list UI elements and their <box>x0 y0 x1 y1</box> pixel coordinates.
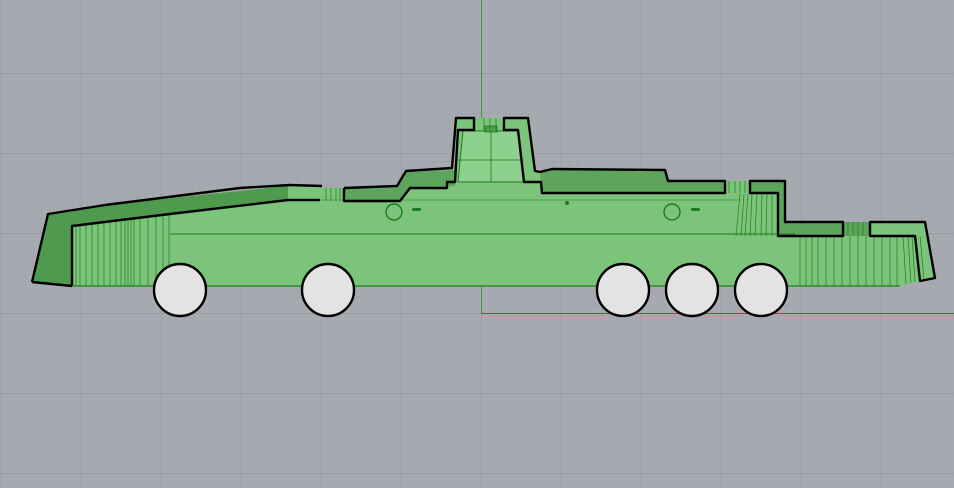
vent-slot <box>412 208 421 211</box>
port-hole <box>663 203 681 221</box>
rhino-viewport[interactable] <box>0 0 954 488</box>
vent-slot <box>691 208 700 211</box>
viewport-canvas[interactable] <box>0 0 954 488</box>
wheel[interactable] <box>595 262 651 318</box>
wheel[interactable] <box>733 262 789 318</box>
rivet <box>565 201 569 205</box>
wheel[interactable] <box>300 262 356 318</box>
wheel[interactable] <box>152 262 208 318</box>
port-hole <box>385 203 403 221</box>
wheel[interactable] <box>664 262 720 318</box>
turret-hatch <box>484 125 498 133</box>
